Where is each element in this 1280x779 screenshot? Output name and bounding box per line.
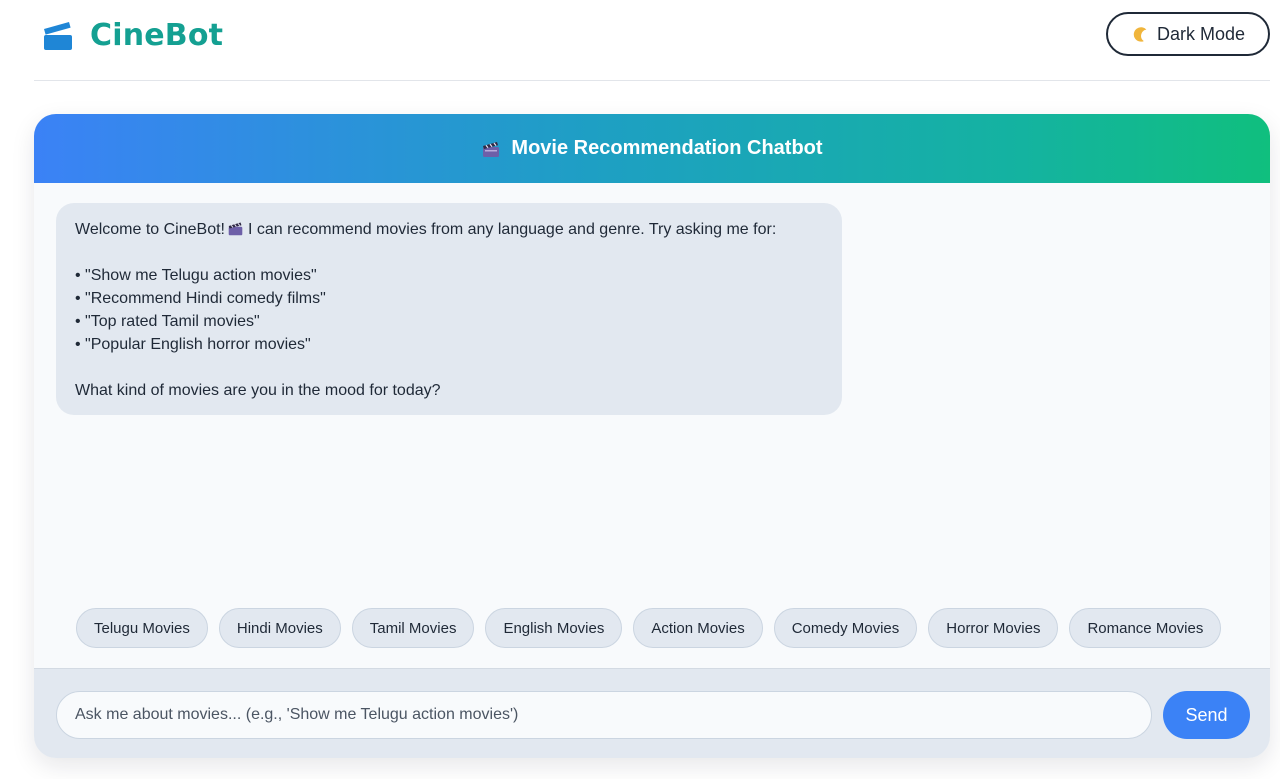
- send-button[interactable]: Send: [1163, 691, 1250, 739]
- example-item: • "Popular English horror movies": [75, 336, 311, 353]
- quick-reply-horror-movies[interactable]: Horror Movies: [928, 608, 1059, 648]
- clapperboard-icon: [44, 21, 72, 50]
- message-closing: What kind of movies are you in the mood …: [75, 382, 441, 399]
- chat-title: Movie Recommendation Chatbot: [511, 137, 823, 159]
- message-composer: Send: [34, 668, 1270, 758]
- quick-reply-telugu-movies[interactable]: Telugu Movies: [76, 608, 208, 648]
- page: CineBot Dark Mode Movie Recommendation C…: [0, 0, 1280, 779]
- quick-reply-romance-movies[interactable]: Romance Movies: [1069, 608, 1222, 648]
- moon-icon: [1133, 27, 1147, 42]
- bot-message: Welcome to CineBot! I can recommend movi…: [56, 203, 842, 415]
- quick-reply-english-movies[interactable]: English Movies: [485, 608, 623, 648]
- message-intro: Welcome to CineBot! I can recommend movi…: [75, 218, 823, 241]
- clapperboard-icon: [483, 141, 500, 157]
- quick-reply-action-movies[interactable]: Action Movies: [633, 608, 763, 648]
- dark-mode-label: Dark Mode: [1156, 23, 1246, 44]
- message-intro-end: I can recommend movies from any language…: [248, 221, 777, 238]
- brand: CineBot: [42, 18, 223, 53]
- quick-reply-comedy-movies[interactable]: Comedy Movies: [773, 608, 918, 648]
- clapperboard-icon: [228, 222, 243, 236]
- quick-reply-tamil-movies[interactable]: Tamil Movies: [351, 608, 475, 648]
- message-list: Welcome to CineBot! I can recommend movi…: [34, 183, 1270, 583]
- quick-reply-hindi-movies[interactable]: Hindi Movies: [218, 608, 341, 648]
- example-item: • "Top rated Tamil movies": [75, 313, 260, 330]
- example-item: • "Show me Telugu action movies": [75, 267, 317, 284]
- app-title: CineBot: [90, 18, 224, 53]
- dark-mode-toggle[interactable]: Dark Mode: [1106, 12, 1270, 56]
- chat-panel: Movie Recommendation Chatbot Welcome to …: [34, 114, 1270, 758]
- message-input[interactable]: [56, 691, 1152, 739]
- chat-header: Movie Recommendation Chatbot: [34, 114, 1270, 183]
- quick-replies: Telugu Movies Hindi Movies Tamil Movies …: [76, 608, 1222, 648]
- example-item: • "Recommend Hindi comedy films": [75, 290, 326, 307]
- message-intro-start: Welcome to CineBot!: [75, 221, 225, 238]
- app-header: CineBot Dark Mode: [34, 0, 1270, 81]
